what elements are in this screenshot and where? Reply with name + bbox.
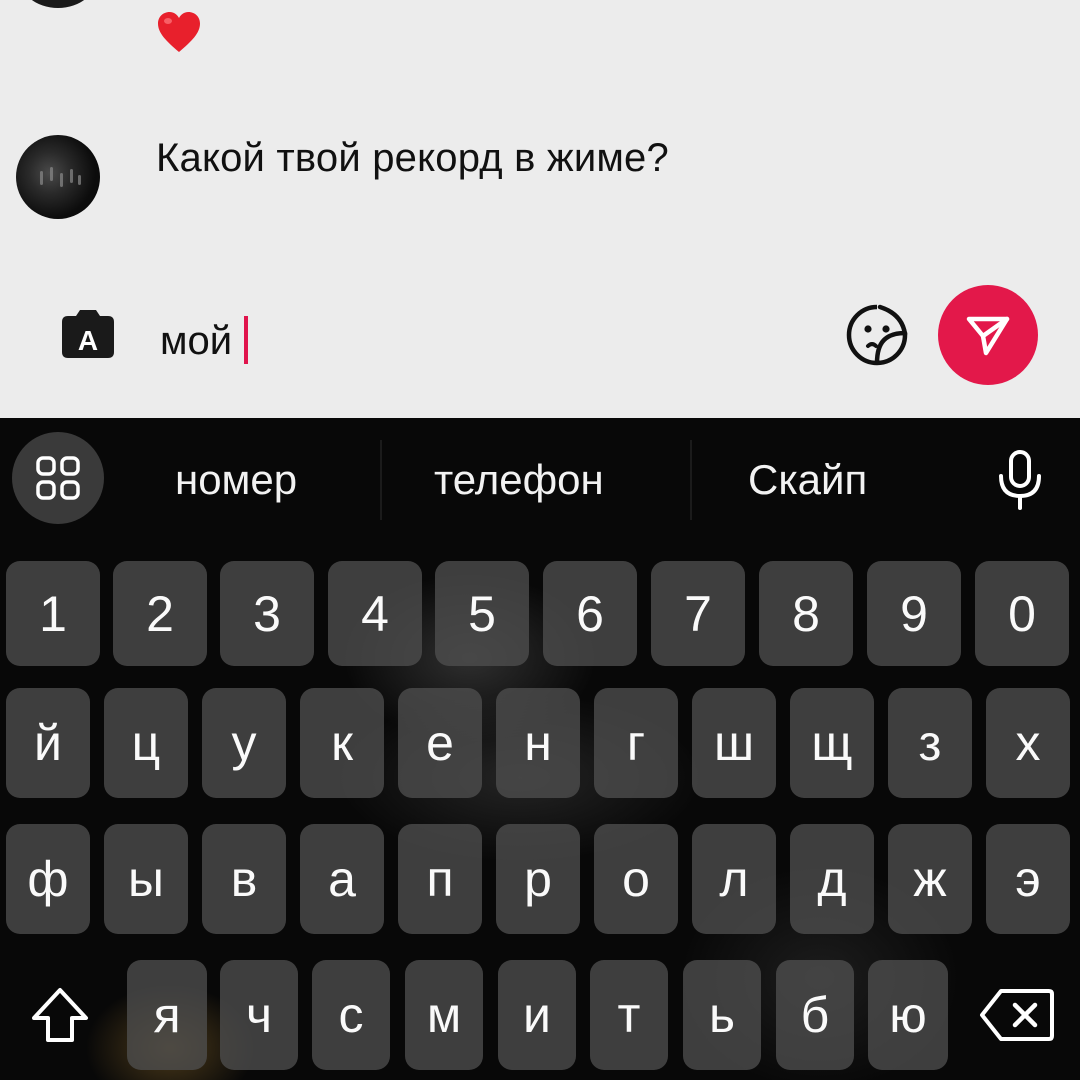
camera-icon[interactable]: A bbox=[58, 308, 118, 360]
send-button[interactable] bbox=[938, 285, 1038, 385]
shift-key[interactable] bbox=[12, 960, 108, 1070]
suggestion-divider bbox=[380, 440, 382, 520]
key-letter[interactable]: у bbox=[202, 688, 286, 798]
key-letter[interactable]: л bbox=[692, 824, 776, 934]
key-letter[interactable]: с bbox=[312, 960, 390, 1070]
key-4[interactable]: 4 bbox=[328, 561, 422, 666]
key-letter[interactable]: м bbox=[405, 960, 483, 1070]
key-letter[interactable]: б bbox=[776, 960, 854, 1070]
avatar[interactable] bbox=[18, 0, 98, 8]
sender-avatar[interactable] bbox=[16, 135, 100, 219]
key-letter[interactable]: к bbox=[300, 688, 384, 798]
shift-icon bbox=[32, 988, 88, 1042]
key-7[interactable]: 7 bbox=[651, 561, 745, 666]
key-letter[interactable]: п bbox=[398, 824, 482, 934]
key-letter[interactable]: н bbox=[496, 688, 580, 798]
microphone-icon[interactable] bbox=[992, 448, 1048, 512]
key-letter[interactable]: ч bbox=[220, 960, 298, 1070]
key-letter[interactable]: ф bbox=[6, 824, 90, 934]
suggestion-1[interactable]: номер bbox=[175, 456, 297, 504]
key-letter[interactable]: х bbox=[986, 688, 1070, 798]
key-letter[interactable]: о bbox=[594, 824, 678, 934]
key-letter[interactable]: ц bbox=[104, 688, 188, 798]
key-letter[interactable]: ш bbox=[692, 688, 776, 798]
key-letter[interactable]: в bbox=[202, 824, 286, 934]
key-letter[interactable]: е bbox=[398, 688, 482, 798]
camera-letter: A bbox=[78, 325, 98, 356]
backspace-key[interactable] bbox=[964, 960, 1070, 1070]
keyboard: номер телефон Скайп 1 2 3 4 5 6 7 8 9 0 … bbox=[0, 418, 1080, 1080]
key-letter[interactable]: р bbox=[496, 824, 580, 934]
key-0[interactable]: 0 bbox=[975, 561, 1069, 666]
backspace-icon bbox=[980, 989, 1054, 1041]
apps-button[interactable] bbox=[12, 432, 104, 524]
input-value: мой bbox=[160, 319, 233, 363]
key-letter[interactable]: я bbox=[127, 960, 207, 1070]
key-9[interactable]: 9 bbox=[867, 561, 961, 666]
key-letter[interactable]: й bbox=[6, 688, 90, 798]
key-3[interactable]: 3 bbox=[220, 561, 314, 666]
key-letter[interactable]: ы bbox=[104, 824, 188, 934]
key-letter[interactable]: т bbox=[590, 960, 668, 1070]
key-8[interactable]: 8 bbox=[759, 561, 853, 666]
suggestion-2[interactable]: телефон bbox=[434, 456, 604, 504]
key-1[interactable]: 1 bbox=[6, 561, 100, 666]
key-6[interactable]: 6 bbox=[543, 561, 637, 666]
send-icon bbox=[966, 316, 1010, 356]
key-letter[interactable]: г bbox=[594, 688, 678, 798]
key-letter[interactable]: а bbox=[300, 824, 384, 934]
key-letter[interactable]: д bbox=[790, 824, 874, 934]
suggestion-3[interactable]: Скайп bbox=[748, 456, 867, 504]
text-caret bbox=[244, 316, 249, 364]
key-letter[interactable]: э bbox=[986, 824, 1070, 934]
key-2[interactable]: 2 bbox=[113, 561, 207, 666]
chat-area: Какой твой рекорд в жиме? A мой bbox=[0, 0, 1080, 418]
message-input[interactable]: мой bbox=[160, 316, 249, 364]
sticker-icon[interactable] bbox=[844, 302, 910, 368]
key-letter[interactable]: ж bbox=[888, 824, 972, 934]
key-letter[interactable]: ю bbox=[868, 960, 948, 1070]
apps-grid-icon bbox=[36, 456, 80, 500]
heart-reaction-icon bbox=[158, 12, 200, 52]
suggestion-divider bbox=[690, 440, 692, 520]
key-letter[interactable]: з bbox=[888, 688, 972, 798]
suggestion-bar: номер телефон Скайп bbox=[0, 418, 1080, 548]
key-5[interactable]: 5 bbox=[435, 561, 529, 666]
key-letter[interactable]: ь bbox=[683, 960, 761, 1070]
message-composer: A мой bbox=[0, 280, 1080, 390]
key-letter[interactable]: и bbox=[498, 960, 576, 1070]
message-text: Какой твой рекорд в жиме? bbox=[156, 136, 669, 180]
key-letter[interactable]: щ bbox=[790, 688, 874, 798]
